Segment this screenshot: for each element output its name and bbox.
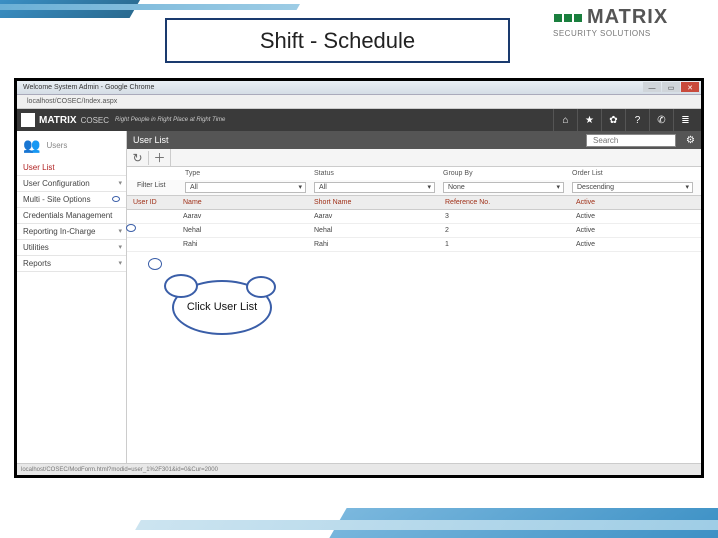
status-bar: localhost/COSEC/ModForm.html?modid=user_…: [17, 463, 701, 475]
app-logo-icon: [21, 113, 35, 127]
table-header: User ID Name Short Name Reference No. Ac…: [127, 195, 701, 210]
table-row[interactable]: Aarav Aarav 3 Active: [127, 210, 701, 224]
maximize-button[interactable]: ▭: [662, 82, 680, 92]
logo-sub-text: SECURITY SOLUTIONS: [553, 29, 698, 38]
user-table: User ID Name Short Name Reference No. Ac…: [127, 195, 701, 252]
main-title: User List: [133, 135, 169, 145]
callout-trail-dot: [126, 224, 136, 232]
app-product: COSEC: [81, 116, 109, 125]
sidebar-item-utilities[interactable]: Utilities▾: [17, 240, 126, 256]
reload-button[interactable]: ↻: [127, 151, 149, 165]
sidebar-head-label: Users: [46, 141, 67, 150]
app-brand: MATRIX: [39, 115, 77, 126]
help-icon[interactable]: ?: [625, 109, 649, 131]
chevron-down-icon: ▾: [118, 227, 122, 235]
sidebar-item-user-list[interactable]: User List: [17, 160, 126, 176]
filter-header-row: Type Status Group By Order List: [127, 167, 701, 180]
chevron-down-icon: ▾: [118, 259, 122, 267]
col-short[interactable]: Short Name: [308, 196, 439, 209]
logo-brand-text: MATRIX: [587, 6, 668, 29]
sidebar-header: 👥 Users: [17, 131, 126, 160]
app-tagline: Right People in Right Place at Right Tim…: [115, 117, 225, 123]
filter-list-label: Filter List: [131, 182, 181, 193]
sidebar-item-multi-site[interactable]: Multi - Site Options: [17, 192, 126, 208]
filter-controls-row: Filter List All All None Descending: [127, 180, 701, 195]
chevron-down-icon: ▾: [118, 179, 122, 187]
filter-h-group: Group By: [439, 169, 568, 178]
col-active[interactable]: Active: [570, 196, 701, 209]
callout-text: Click User List: [187, 301, 257, 314]
app-header: MATRIX COSEC Right People in Right Place…: [17, 109, 701, 131]
callout: Click User List: [172, 280, 282, 345]
col-name[interactable]: Name: [177, 196, 308, 209]
slide-title-box: Shift - Schedule: [165, 18, 510, 63]
sidebar: 👥 Users User List User Configuration▾ Mu…: [17, 131, 127, 463]
chevron-down-icon: ▾: [118, 243, 122, 251]
url-text: localhost/COSEC/Index.aspx: [27, 98, 117, 105]
sidebar-item-reports[interactable]: Reports▾: [17, 256, 126, 272]
menu-icon[interactable]: ≣: [673, 109, 697, 131]
settings-icon[interactable]: ⚙: [686, 135, 695, 146]
search-input[interactable]: [586, 134, 676, 147]
filter-type-select[interactable]: All: [185, 182, 306, 193]
chrome-titlebar: Welcome System Admin - Google Chrome — ▭…: [17, 81, 701, 95]
col-ref[interactable]: Reference No.: [439, 196, 570, 209]
sidebar-item-user-config[interactable]: User Configuration▾: [17, 176, 126, 192]
app-logo: MATRIX COSEC Right People in Right Place…: [21, 113, 225, 127]
filter-group-select[interactable]: None: [443, 182, 564, 193]
callout-cloud: Click User List: [172, 280, 272, 335]
chrome-title-text: Welcome System Admin - Google Chrome: [23, 84, 154, 91]
sidebar-item-credentials[interactable]: Credentials Management: [17, 208, 126, 224]
filter-h-status: Status: [310, 169, 439, 178]
minimize-button[interactable]: —: [643, 82, 661, 92]
add-button[interactable]: ＋: [149, 149, 171, 166]
gear-icon[interactable]: ✿: [601, 109, 625, 131]
bottom-accent-decor: [0, 493, 718, 538]
close-button[interactable]: ✕: [681, 82, 699, 92]
callout-trail-dot: [112, 196, 120, 202]
col-userid[interactable]: User ID: [127, 196, 177, 209]
filter-order-select[interactable]: Descending: [572, 182, 693, 193]
main-titlebar: User List ⚙: [127, 131, 701, 149]
slide-logo: MATRIX SECURITY SOLUTIONS: [553, 6, 698, 51]
star-icon[interactable]: ★: [577, 109, 601, 131]
filter-h-order: Order List: [568, 169, 697, 178]
table-row[interactable]: Rahi Rahi 1 Active: [127, 238, 701, 252]
users-icon: 👥: [23, 137, 40, 154]
browser-frame: Welcome System Admin - Google Chrome — ▭…: [14, 78, 704, 478]
sidebar-item-reporting[interactable]: Reporting In-Charge▾: [17, 224, 126, 240]
callout-trail-dot: [148, 258, 162, 270]
address-bar[interactable]: localhost/COSEC/Index.aspx: [17, 95, 701, 109]
phone-icon[interactable]: ✆: [649, 109, 673, 131]
filter-status-select[interactable]: All: [314, 182, 435, 193]
slide-title: Shift - Schedule: [260, 28, 415, 54]
filter-h-type: Type: [181, 169, 310, 178]
home-icon[interactable]: ⌂: [553, 109, 577, 131]
status-text: localhost/COSEC/ModForm.html?modid=user_…: [21, 467, 218, 473]
table-row[interactable]: Nehal Nehal 2 Active: [127, 224, 701, 238]
toolbar: ↻ ＋: [127, 149, 701, 167]
